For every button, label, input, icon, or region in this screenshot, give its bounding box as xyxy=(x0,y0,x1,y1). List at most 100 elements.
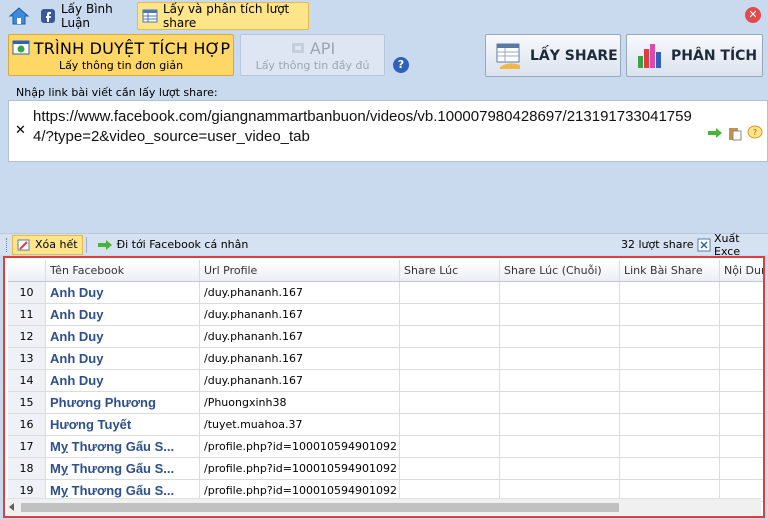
column-header-url[interactable]: Url Profile xyxy=(200,260,400,281)
profile-url[interactable]: /duy.phananh.167 xyxy=(200,348,400,369)
table-row[interactable]: 14 Anh Duy/duy.phananh.167 xyxy=(8,370,763,392)
row-number[interactable]: 16 xyxy=(8,414,46,435)
content-cell[interactable] xyxy=(720,282,763,303)
scrollbar-thumb[interactable] xyxy=(21,503,619,512)
table-row[interactable]: 11 Anh Duy/duy.phananh.167 xyxy=(8,304,763,326)
row-number[interactable]: 13 xyxy=(8,348,46,369)
row-number[interactable]: 12 xyxy=(8,326,46,347)
share-time-string-cell[interactable] xyxy=(500,326,620,347)
column-header-share-time-string[interactable]: Share Lúc (Chuỗi) xyxy=(500,260,620,281)
content-cell[interactable] xyxy=(720,370,763,391)
goto-profile-button[interactable]: Đi tới Facebook cá nhân xyxy=(93,235,253,255)
content-cell[interactable] xyxy=(720,348,763,369)
column-header-content[interactable]: Nội Dun xyxy=(720,260,763,281)
share-link-cell[interactable] xyxy=(620,458,720,479)
profile-url[interactable]: /profile.php?id=100010594901092 xyxy=(200,436,400,457)
go-arrow-icon[interactable] xyxy=(707,127,723,139)
share-time-string-cell[interactable] xyxy=(500,436,620,457)
share-time-cell[interactable] xyxy=(400,326,500,347)
facebook-name[interactable]: Mỵ Thương Gấu S... xyxy=(46,436,200,457)
table-row[interactable]: 15 Phương Phương/Phuongxinh38 xyxy=(8,392,763,414)
share-time-cell[interactable] xyxy=(400,304,500,325)
clear-url-icon[interactable]: ✕ xyxy=(15,123,26,138)
share-time-cell[interactable] xyxy=(400,282,500,303)
get-share-button[interactable]: LẤY SHARE xyxy=(485,34,621,77)
url-input-value[interactable]: https://www.facebook.com/giangnammartban… xyxy=(33,107,703,147)
share-grid[interactable]: Tên Facebook Url Profile Share Lúc Share… xyxy=(3,256,765,518)
row-number[interactable]: 17 xyxy=(8,436,46,457)
table-row[interactable]: 18 Mỵ Thương Gấu S... /profile.php?id=1000… xyxy=(8,458,763,480)
share-link-cell[interactable] xyxy=(620,326,720,347)
column-header-share-time[interactable]: Share Lúc xyxy=(400,260,500,281)
share-link-cell[interactable] xyxy=(620,436,720,457)
row-number[interactable]: 10 xyxy=(8,282,46,303)
share-link-cell[interactable] xyxy=(620,282,720,303)
paste-icon[interactable] xyxy=(727,125,743,141)
horizontal-scrollbar[interactable] xyxy=(7,498,761,515)
integrated-browser-button[interactable]: TRÌNH DUYỆT TÍCH HỢP Lấy thông tin đơn g… xyxy=(8,34,234,76)
facebook-name[interactable]: Phương Phương xyxy=(46,392,200,413)
tab-get-comments[interactable]: Lấy Bình Luận xyxy=(36,2,134,30)
toolbar-grip[interactable] xyxy=(6,237,9,252)
share-time-cell[interactable] xyxy=(400,348,500,369)
content-cell[interactable] xyxy=(720,414,763,435)
profile-url[interactable]: /duy.phananh.167 xyxy=(200,326,400,347)
home-icon[interactable] xyxy=(8,6,30,26)
facebook-name[interactable]: Anh Duy xyxy=(46,282,200,303)
row-number-header[interactable] xyxy=(8,260,46,281)
profile-url[interactable]: /duy.phananh.167 xyxy=(200,304,400,325)
analyze-button[interactable]: PHÂN TÍCH xyxy=(626,34,763,77)
share-time-cell[interactable] xyxy=(400,458,500,479)
content-cell[interactable] xyxy=(720,436,763,457)
facebook-name[interactable]: Mỵ Thương Gấu S... xyxy=(46,458,200,479)
help-icon[interactable]: ? xyxy=(393,57,409,73)
share-link-cell[interactable] xyxy=(620,392,720,413)
share-time-string-cell[interactable] xyxy=(500,414,620,435)
share-time-string-cell[interactable] xyxy=(500,392,620,413)
close-icon[interactable]: ✕ xyxy=(745,7,761,23)
profile-url[interactable]: /tuyet.muahoa.37 xyxy=(200,414,400,435)
share-link-cell[interactable] xyxy=(620,348,720,369)
clear-all-button[interactable]: Xóa hết xyxy=(12,234,83,255)
content-cell[interactable] xyxy=(720,326,763,347)
table-row[interactable]: 13 Anh Duy/duy.phananh.167 xyxy=(8,348,763,370)
export-excel-button[interactable]: Xuất Exce xyxy=(697,232,768,258)
row-number[interactable]: 11 xyxy=(8,304,46,325)
facebook-name[interactable]: Anh Duy xyxy=(46,348,200,369)
share-time-cell[interactable] xyxy=(400,414,500,435)
row-number[interactable]: 15 xyxy=(8,392,46,413)
row-number[interactable]: 18 xyxy=(8,458,46,479)
share-link-cell[interactable] xyxy=(620,370,720,391)
table-row[interactable]: 16 Hương Tuyết/tuyet.muahoa.37 xyxy=(8,414,763,436)
row-number[interactable]: 14 xyxy=(8,370,46,391)
share-time-cell[interactable] xyxy=(400,436,500,457)
share-link-cell[interactable] xyxy=(620,414,720,435)
share-time-string-cell[interactable] xyxy=(500,348,620,369)
table-row[interactable]: 10 Anh Duy/duy.phananh.167 xyxy=(8,282,763,304)
facebook-name[interactable]: Anh Duy xyxy=(46,304,200,325)
url-input[interactable]: ✕ https://www.facebook.com/giangnammartb… xyxy=(8,100,768,162)
table-row[interactable]: 12 Anh Duy/duy.phananh.167 xyxy=(8,326,763,348)
facebook-name[interactable]: Anh Duy xyxy=(46,370,200,391)
profile-url[interactable]: /Phuongxinh38 xyxy=(200,392,400,413)
profile-url[interactable]: /profile.php?id=100010594901092 xyxy=(200,458,400,479)
api-button[interactable]: API Lấy thông tin đầy đủ xyxy=(240,34,385,76)
column-header-name[interactable]: Tên Facebook xyxy=(46,260,200,281)
share-time-cell[interactable] xyxy=(400,370,500,391)
share-time-string-cell[interactable] xyxy=(500,282,620,303)
column-header-share-link[interactable]: Link Bài Share xyxy=(620,260,720,281)
share-time-string-cell[interactable] xyxy=(500,304,620,325)
share-time-cell[interactable] xyxy=(400,392,500,413)
profile-url[interactable]: /duy.phananh.167 xyxy=(200,370,400,391)
help-bubble-icon[interactable]: ? xyxy=(747,125,763,141)
share-time-string-cell[interactable] xyxy=(500,458,620,479)
content-cell[interactable] xyxy=(720,458,763,479)
scroll-left-icon[interactable] xyxy=(9,503,14,511)
share-time-string-cell[interactable] xyxy=(500,370,620,391)
content-cell[interactable] xyxy=(720,304,763,325)
facebook-name[interactable]: Hương Tuyết xyxy=(46,414,200,435)
share-link-cell[interactable] xyxy=(620,304,720,325)
profile-url[interactable]: /duy.phananh.167 xyxy=(200,282,400,303)
facebook-name[interactable]: Anh Duy xyxy=(46,326,200,347)
table-row[interactable]: 17 Mỵ Thương Gấu S... /profile.php?id=1000… xyxy=(8,436,763,458)
